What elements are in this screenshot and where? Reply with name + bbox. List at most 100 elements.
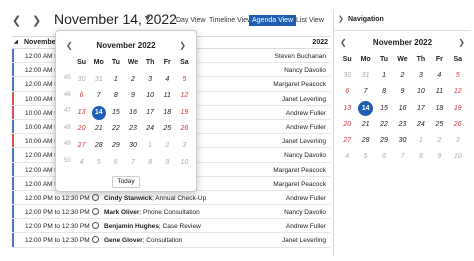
calendar-day[interactable]: 20 bbox=[73, 121, 90, 138]
nav-calendar-day[interactable]: 5 bbox=[449, 68, 467, 84]
calendar-day[interactable]: 4 bbox=[159, 72, 176, 89]
current-date-label[interactable]: November 14, 2022 bbox=[54, 11, 177, 27]
nav-calendar-day[interactable]: 20 bbox=[338, 117, 356, 133]
nav-calendar-day[interactable]: 16 bbox=[393, 101, 411, 117]
day-view-button[interactable]: Day View bbox=[173, 15, 208, 26]
calendar-day[interactable]: 19 bbox=[176, 105, 193, 122]
calendar-day[interactable]: 11 bbox=[159, 88, 176, 105]
calendar-day[interactable]: 28 bbox=[90, 138, 107, 155]
calendar-day[interactable]: 15 bbox=[107, 105, 124, 122]
nav-calendar-day[interactable]: 19 bbox=[449, 101, 467, 117]
nav-calendar-day[interactable]: 9 bbox=[430, 149, 448, 165]
calendar-day[interactable]: 4 bbox=[73, 155, 90, 172]
nav-calendar-day[interactable]: 24 bbox=[412, 117, 430, 133]
calendar-selected-day[interactable]: 14 bbox=[90, 105, 107, 122]
nav-calendar-day[interactable]: 3 bbox=[449, 133, 467, 149]
timeline-view-button[interactable]: Timeline View bbox=[206, 15, 255, 26]
collapse-icon[interactable]: ◢ bbox=[14, 39, 18, 45]
nav-calendar-day[interactable]: 31 bbox=[356, 68, 374, 84]
chevron-right-icon[interactable]: ❯ bbox=[179, 41, 186, 50]
calendar-day[interactable]: 17 bbox=[142, 105, 159, 122]
calendar-day[interactable]: 12 bbox=[176, 88, 193, 105]
nav-calendar-day[interactable]: 8 bbox=[375, 84, 393, 100]
nav-calendar-day[interactable]: 7 bbox=[356, 84, 374, 100]
nav-calendar-day[interactable]: 23 bbox=[393, 117, 411, 133]
nav-calendar-day[interactable]: 1 bbox=[412, 133, 430, 149]
nav-calendar-selected-day[interactable]: 14 bbox=[356, 101, 374, 117]
list-view-button[interactable]: List View bbox=[293, 15, 327, 26]
nav-calendar-day[interactable]: 8 bbox=[412, 149, 430, 165]
agenda-row[interactable]: 12:00 PM to 12:30 PM Gene Glover; Consult… bbox=[12, 233, 330, 248]
calendar-day[interactable]: 23 bbox=[124, 121, 141, 138]
nav-calendar-day[interactable]: 2 bbox=[430, 133, 448, 149]
nav-calendar-day[interactable]: 29 bbox=[375, 133, 393, 149]
calendar-day[interactable]: 5 bbox=[90, 155, 107, 172]
calendar-day[interactable]: 7 bbox=[90, 88, 107, 105]
calendar-day[interactable]: 6 bbox=[73, 88, 90, 105]
nav-calendar-day[interactable]: 12 bbox=[449, 84, 467, 100]
calendar-day[interactable]: 29 bbox=[107, 138, 124, 155]
nav-calendar-day[interactable]: 22 bbox=[375, 117, 393, 133]
calendar-day[interactable]: 24 bbox=[142, 121, 159, 138]
calendar-day[interactable]: 22 bbox=[107, 121, 124, 138]
calendar-day[interactable]: 21 bbox=[90, 121, 107, 138]
nav-calendar-day[interactable]: 10 bbox=[412, 84, 430, 100]
nav-calendar-day[interactable]: 2 bbox=[393, 68, 411, 84]
nav-calendar-day[interactable]: 4 bbox=[430, 68, 448, 84]
calendar-day[interactable]: 30 bbox=[124, 138, 141, 155]
calendar-day[interactable]: 10 bbox=[142, 88, 159, 105]
nav-calendar-day[interactable]: 18 bbox=[430, 101, 448, 117]
calendar-day[interactable]: 1 bbox=[142, 138, 159, 155]
nav-calendar-day[interactable]: 15 bbox=[375, 101, 393, 117]
calendar-day[interactable]: 8 bbox=[142, 155, 159, 172]
calendar-day[interactable]: 5 bbox=[176, 72, 193, 89]
nav-calendar-day[interactable]: 7 bbox=[393, 149, 411, 165]
calendar-day[interactable]: 2 bbox=[124, 72, 141, 89]
nav-calendar-day[interactable]: 3 bbox=[412, 68, 430, 84]
nav-calendar-day[interactable]: 6 bbox=[338, 84, 356, 100]
calendar-day[interactable]: 18 bbox=[159, 105, 176, 122]
calendar-day[interactable]: 27 bbox=[73, 138, 90, 155]
nav-calendar-day[interactable]: 26 bbox=[449, 117, 467, 133]
nav-calendar-day[interactable]: 5 bbox=[356, 149, 374, 165]
nav-calendar-day[interactable]: 28 bbox=[356, 133, 374, 149]
agenda-row[interactable]: 12:00 PM to 12:30 PM Mark Oliver; Phone C… bbox=[12, 205, 330, 220]
nav-calendar-day[interactable]: 17 bbox=[412, 101, 430, 117]
nav-calendar-day[interactable]: 30 bbox=[338, 68, 356, 84]
calendar-day[interactable]: 9 bbox=[124, 88, 141, 105]
calendar-day[interactable]: 16 bbox=[124, 105, 141, 122]
calendar-day[interactable]: 31 bbox=[90, 72, 107, 89]
calendar-day[interactable]: 2 bbox=[159, 138, 176, 155]
agenda-row[interactable]: 12:00 PM to 12:30 PM Cindy Stanwick; Annu… bbox=[12, 190, 330, 206]
nav-calendar-day[interactable]: 1 bbox=[375, 68, 393, 84]
chevron-right-icon[interactable]: ❯ bbox=[32, 14, 41, 27]
calendar-day[interactable]: 9 bbox=[159, 155, 176, 172]
agenda-view-button[interactable]: Agenda View bbox=[249, 15, 297, 26]
chevron-left-icon[interactable]: ❮ bbox=[12, 14, 21, 27]
chevron-right-icon[interactable]: ❯ bbox=[338, 15, 344, 23]
nav-calendar-day[interactable]: 27 bbox=[338, 133, 356, 149]
agenda-row[interactable]: 12:00 PM to 12:30 PM Benjamin Hughes; Cas… bbox=[12, 219, 330, 234]
nav-calendar-day[interactable]: 30 bbox=[393, 133, 411, 149]
calendar-day[interactable]: 26 bbox=[176, 121, 193, 138]
calendar-day[interactable]: 3 bbox=[176, 138, 193, 155]
calendar-day[interactable]: 6 bbox=[107, 155, 124, 172]
calendar-day[interactable]: 8 bbox=[107, 88, 124, 105]
calendar-day[interactable]: 25 bbox=[159, 121, 176, 138]
chevron-right-icon[interactable]: ❯ bbox=[458, 38, 465, 47]
chevron-down-icon[interactable]: ▼ bbox=[143, 13, 152, 23]
nav-calendar-day[interactable]: 10 bbox=[449, 149, 467, 165]
calendar-day[interactable]: 7 bbox=[124, 155, 141, 172]
calendar-day[interactable]: 1 bbox=[107, 72, 124, 89]
nav-calendar-day[interactable]: 13 bbox=[338, 101, 356, 117]
nav-calendar-day[interactable]: 11 bbox=[430, 84, 448, 100]
nav-calendar-day[interactable]: 6 bbox=[375, 149, 393, 165]
calendar-day[interactable]: 30 bbox=[73, 72, 90, 89]
nav-calendar-day[interactable]: 9 bbox=[393, 84, 411, 100]
nav-calendar-day[interactable]: 21 bbox=[356, 117, 374, 133]
nav-calendar-day[interactable]: 4 bbox=[338, 149, 356, 165]
calendar-day[interactable]: 3 bbox=[142, 72, 159, 89]
calendar-day[interactable]: 10 bbox=[176, 155, 193, 172]
nav-calendar-day[interactable]: 25 bbox=[430, 117, 448, 133]
calendar-day[interactable]: 13 bbox=[73, 105, 90, 122]
